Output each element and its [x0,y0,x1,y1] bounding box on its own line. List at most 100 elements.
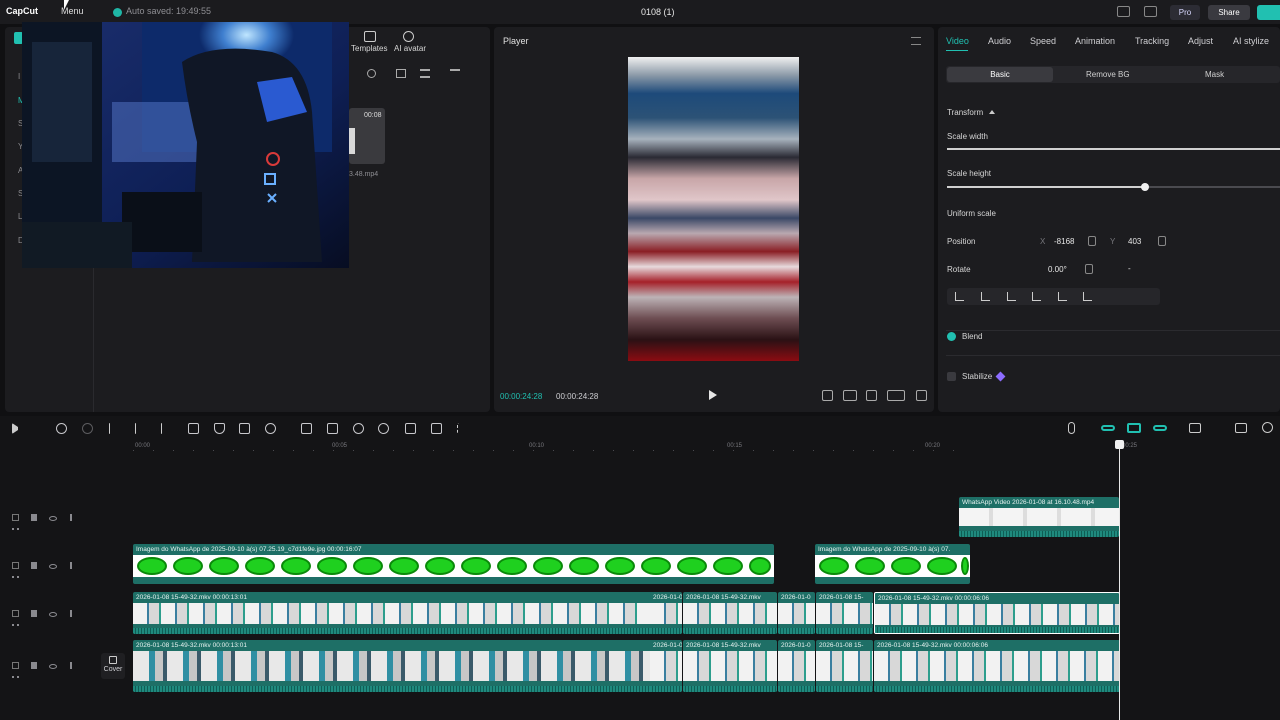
split-icon[interactable] [109,423,111,434]
eye-icon[interactable] [49,612,58,617]
align-center-h-icon[interactable] [981,292,990,301]
project-name[interactable]: 0108 (1) [641,7,675,17]
timeline-clip[interactable]: 2026-01-0 [778,640,815,692]
chevron-up-icon[interactable] [989,110,995,114]
playhead[interactable] [1119,444,1120,720]
playhead-handle[interactable] [1115,440,1124,449]
timeline-clip[interactable]: Imagem do WhatsApp de 2025-09-10 à(s) 07… [815,544,970,584]
split-right-icon[interactable] [161,423,163,434]
timeline-clip[interactable]: 2026-01-08 15-49-32.mkv 00:00:13:01 [133,592,681,634]
stabilize-checkbox[interactable] [947,372,956,381]
redo-icon[interactable] [82,423,93,434]
more-icon[interactable] [12,624,19,626]
audio-icon[interactable] [69,662,77,669]
align-left-icon[interactable] [955,292,964,301]
cover-button[interactable]: Cover [101,653,125,679]
position-y-input[interactable]: 403 [1128,237,1141,246]
aspect-ratio-icon[interactable] [887,390,905,401]
tab-video[interactable]: Video [946,36,969,46]
ai-avatar-tab[interactable]: AI avatar [394,44,426,53]
track-controls[interactable] [12,514,92,530]
lock-icon[interactable] [31,514,38,521]
play-icon[interactable] [709,390,717,400]
track-controls[interactable] [12,662,92,678]
more-icon[interactable] [12,676,19,678]
eye-icon[interactable] [49,564,58,569]
mirror-icon[interactable] [327,423,338,434]
more-icon[interactable] [12,528,19,530]
auto-snap-icon[interactable] [1127,423,1141,433]
eye-icon[interactable] [49,516,58,521]
timeline-clip[interactable]: WhatsApp Video 2026-01-08 at 16.10.48.mp… [959,497,1119,537]
track-toggle-icon[interactable] [12,662,19,669]
ratio-icon[interactable] [822,390,833,401]
undo-icon[interactable] [56,423,67,434]
fullscreen-icon[interactable] [916,390,927,401]
crop-icon[interactable] [239,423,250,434]
timeline-clip[interactable]: Imagem do WhatsApp de 2025-09-10 à(s) 07… [133,544,774,584]
main-track-magnet-icon[interactable] [1101,425,1115,431]
rotate-input[interactable]: 0.00° [1048,265,1067,274]
layout-icon[interactable] [1117,6,1130,17]
timeline-clip[interactable]: 2026-01-08 15-49-32.mkv [683,592,777,634]
export-button[interactable] [1257,5,1280,20]
track-toggle-icon[interactable] [12,610,19,617]
linkage-icon[interactable] [1153,425,1167,431]
timeline-clip[interactable]: 2026-01-08 15- [816,640,873,692]
audio-icon[interactable] [69,562,77,569]
position-x-input[interactable]: -8168 [1054,237,1074,246]
tab-speed[interactable]: Speed [1030,36,1056,46]
audio-icon[interactable] [69,514,77,521]
track-toggle-icon[interactable] [12,514,19,521]
stepper-icon[interactable] [1088,236,1096,246]
remove-bg-icon[interactable] [353,423,364,434]
stabilize-label[interactable]: Stabilize [962,372,992,381]
ai-edit-icon[interactable] [265,423,276,434]
video-preview[interactable] [628,57,799,361]
stepper-icon[interactable] [1158,236,1166,246]
tab-ai-stylize[interactable]: AI stylize [1233,36,1269,46]
ai-avatar-icon[interactable] [403,31,414,42]
zoom-out-icon[interactable] [1262,422,1273,433]
lock-icon[interactable] [31,610,38,617]
timeline-clip[interactable]: 2026-01-0 [650,640,682,692]
full-quality-icon[interactable] [843,390,857,401]
zoom-icon[interactable] [866,390,877,401]
timeline-clip-selected[interactable]: 2026-01-08 15-49-32.mkv 00:00:06:06 [874,592,1120,634]
blend-checkbox[interactable] [947,332,956,341]
stepper-icon[interactable] [1085,264,1093,274]
preview-axis-icon[interactable] [1189,423,1201,433]
eye-icon[interactable] [49,664,58,669]
tab-animation[interactable]: Animation [1075,36,1115,46]
track-controls[interactable] [12,562,92,578]
tab-tracking[interactable]: Tracking [1135,36,1169,46]
rotate-reset[interactable]: - [1128,264,1131,273]
timeline-ruler[interactable] [133,440,1280,454]
share-button[interactable]: Share [1208,5,1250,20]
hd-icon[interactable] [405,423,416,434]
subtab-remove-bg[interactable]: Remove BG [1086,70,1130,79]
templates-icon[interactable] [364,31,376,42]
scale-height-handle[interactable] [1141,183,1149,191]
blend-label[interactable]: Blend [962,332,982,341]
transform-section[interactable]: Transform [947,108,983,117]
audio-icon[interactable] [69,610,77,617]
grid-view-icon[interactable] [396,69,406,78]
freeze-icon[interactable] [301,423,312,434]
sort-icon[interactable] [420,69,430,78]
tab-adjust[interactable]: Adjust [1188,36,1213,46]
delete-icon[interactable] [188,423,199,434]
marker-icon[interactable] [214,423,225,434]
shortcut-icon[interactable] [1144,6,1157,17]
edit-clip-icon[interactable] [431,423,442,434]
align-right-icon[interactable] [1007,292,1016,301]
subtab-mask[interactable]: Mask [1205,70,1224,79]
timeline-clip[interactable]: 2026-01-08 15-49-32.mkv [683,640,777,692]
timeline-clip[interactable]: 2026-01-0 [778,592,815,634]
select-tool-icon[interactable] [12,423,18,434]
timeline-clip[interactable]: 2026-01-08 15-49-32.mkv 00:00:13:01 [133,640,681,692]
scale-width-slider[interactable] [947,148,1280,150]
split-left-icon[interactable] [135,423,137,434]
timeline-clip[interactable]: 2026-01-08 15-49-32.mkv 00:00:06:06 [874,640,1120,692]
caption-icon[interactable] [1235,423,1247,433]
